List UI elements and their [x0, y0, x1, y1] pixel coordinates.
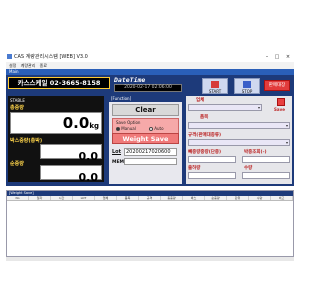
weight-save-grid: [Weight Save] No 일자 시간 LOT 업체 품목 규격 총중량 …: [6, 190, 294, 257]
save-option-label: Save Option: [116, 120, 141, 125]
menu-item-weighing[interactable]: 계량관리: [21, 63, 36, 68]
close-button[interactable]: ×: [283, 52, 293, 62]
count-input[interactable]: [242, 156, 290, 163]
clear-button[interactable]: Clear: [112, 104, 179, 116]
memo-input[interactable]: [124, 158, 177, 165]
chevron-down-icon: ▾: [285, 123, 288, 128]
item-label: 품목: [200, 115, 209, 120]
menu-item-settings[interactable]: 설정: [9, 63, 16, 68]
datetime-value: 2020-02-17 02:06:00: [114, 84, 182, 92]
item-select[interactable]: ▾: [188, 122, 290, 129]
datetime-label: DateTime: [114, 76, 146, 84]
subwindow-title: Main: [9, 69, 19, 74]
box-weight-label: 빼중량중량(단중): [188, 150, 222, 155]
inout-label: 출하량: [188, 166, 201, 171]
net-weight-display: 0.0: [40, 165, 102, 184]
menu-item-exit[interactable]: 종료: [40, 63, 47, 68]
tare-weight-label: 박스중량(총박): [10, 138, 43, 144]
function-panel: [Function] Clear Save Option Manual Auto…: [109, 96, 182, 184]
grid-column-header[interactable]: 일자: [29, 196, 51, 200]
total-weight-display: 0.0kg: [10, 112, 102, 134]
chevron-down-icon: ▾: [257, 105, 260, 110]
stable-indicator: STABLE: [10, 98, 25, 103]
grid-column-header[interactable]: 총중량: [161, 196, 183, 200]
grid-column-header[interactable]: 품목: [117, 196, 139, 200]
grid-column-header[interactable]: LOT: [73, 196, 95, 200]
net-weight-value: 0.0: [78, 171, 99, 184]
grid-column-header[interactable]: 업체: [95, 196, 117, 200]
company-name: 카스스케일 02-3665-8158: [17, 79, 101, 87]
grid-column-header[interactable]: 단위: [227, 196, 249, 200]
grid-column-header[interactable]: 박스: [183, 196, 205, 200]
tare-weight-value: 0.0: [78, 150, 99, 163]
weight-panel: STABLE 총중량 0.0kg 박스중량(총박) 0.0 순중량 0.0: [8, 96, 104, 184]
inout-input[interactable]: [188, 172, 236, 179]
weight-unit: kg: [89, 122, 99, 130]
auto-radio[interactable]: Auto: [149, 126, 164, 131]
grid-column-header[interactable]: 수량: [249, 196, 271, 200]
menu-bar: 설정 계량관리 종료: [6, 62, 294, 69]
function-header: [Function]: [109, 96, 182, 102]
net-weight-label: 순중량: [10, 161, 24, 167]
total-weight-label: 총중량: [10, 105, 24, 111]
manual-label: Manual: [121, 126, 136, 131]
spec-select[interactable]: ▾: [188, 139, 290, 146]
qty-input[interactable]: [242, 172, 290, 179]
grid-column-headers: No 일자 시간 LOT 업체 품목 규격 총중량 박스 순중량 단위 수량 비…: [7, 196, 293, 201]
count-label: 박중조회(-): [244, 150, 267, 155]
manual-radio-dot: [116, 127, 120, 131]
manual-radio[interactable]: Manual: [116, 126, 136, 131]
tare-weight-display: 0.0: [40, 144, 102, 163]
start-icon: [211, 81, 219, 88]
app-icon: [7, 54, 12, 59]
auto-radio-dot: [149, 127, 153, 131]
app-window: CAS 계량관리시스템 [WEB] V3.0 – □ × 설정 계량관리 종료 …: [0, 0, 300, 300]
client-save-button[interactable]: Save: [274, 107, 285, 112]
stop-label: STOP: [241, 89, 253, 94]
memo-row: MEMO: [112, 158, 177, 166]
memo-label: MEMO: [112, 160, 128, 165]
weight-save-button[interactable]: Weight Save: [112, 133, 179, 144]
stop-button[interactable]: STOP: [234, 78, 260, 94]
window-title: CAS 계량관리시스템 [WEB] V3.0: [14, 54, 88, 60]
start-button[interactable]: START: [202, 78, 228, 94]
save-icon: [277, 98, 285, 106]
minimize-button[interactable]: –: [262, 52, 272, 62]
chevron-down-icon: ▾: [285, 140, 288, 145]
total-weight-value: 0.0: [62, 114, 90, 132]
maximize-button[interactable]: □: [272, 52, 282, 62]
lot-input[interactable]: 20200217020600: [124, 148, 177, 156]
stop-icon: [243, 81, 251, 88]
lot-label: Lot: [112, 149, 122, 155]
box-weight-input[interactable]: [188, 156, 236, 163]
client-select[interactable]: ▾: [188, 104, 262, 111]
start-label: START: [208, 89, 222, 94]
status-bar: [6, 257, 294, 261]
grid-column-header[interactable]: 규격: [139, 196, 161, 200]
spec-label: 규격(판매대종류): [188, 133, 222, 138]
client-label: 업체: [196, 98, 205, 103]
grid-column-header[interactable]: 시간: [51, 196, 73, 200]
sales-ledger-button[interactable]: 판매대장: [264, 80, 290, 91]
grid-column-header[interactable]: No: [7, 196, 29, 200]
entry-form-panel: 업체 ▾ Save 품목 ▾ 규격(판매대종류) ▾ 빼중량중량(단중) 박중조…: [186, 96, 292, 184]
qty-label: 수량: [244, 166, 253, 171]
title-bar: CAS 계량관리시스템 [WEB] V3.0 – □ ×: [6, 52, 294, 62]
grid-column-header[interactable]: 순중량: [205, 196, 227, 200]
grid-column-header[interactable]: 비고: [271, 196, 293, 200]
lot-row: Lot 20200217020600: [112, 148, 177, 156]
auto-label: Auto: [154, 126, 164, 131]
company-banner: 카스스케일 02-3665-8158: [8, 77, 110, 89]
